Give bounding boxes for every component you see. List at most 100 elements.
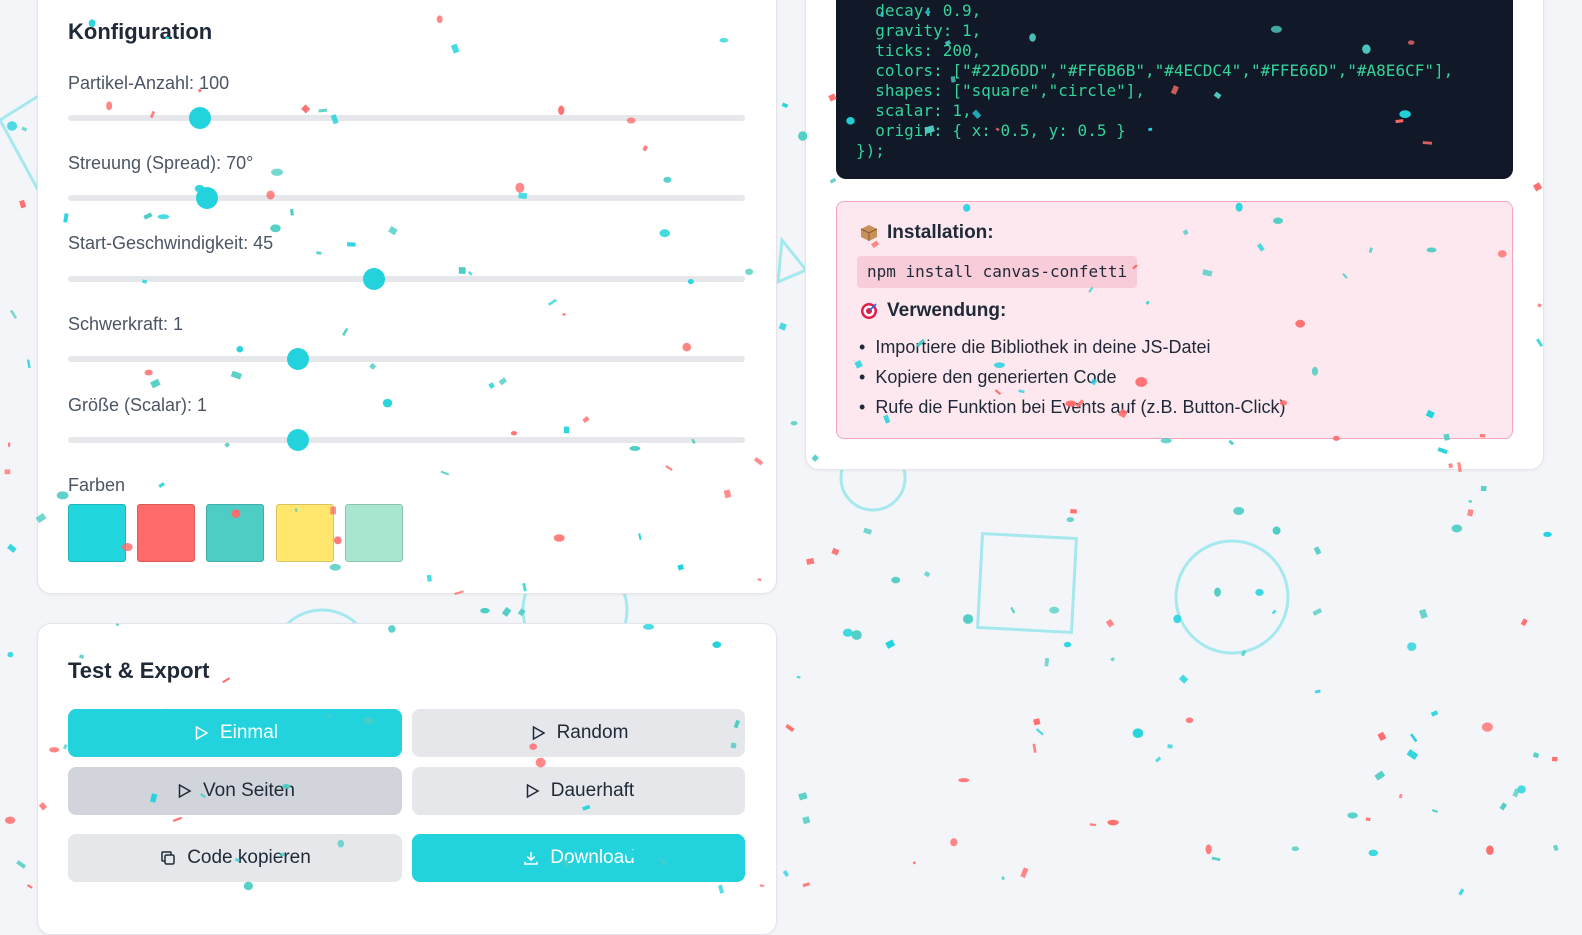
color-swatch-5[interactable] bbox=[345, 504, 403, 562]
fire-once-button[interactable]: Einmal bbox=[68, 709, 402, 757]
colors-label: Farben bbox=[68, 475, 126, 495]
color-swatch-1[interactable] bbox=[68, 504, 126, 562]
confetti-piece bbox=[1552, 844, 1559, 852]
confetti-piece bbox=[1010, 606, 1016, 614]
confetti-piece bbox=[1314, 689, 1321, 694]
confetti-piece bbox=[1132, 728, 1144, 738]
continuous-label: Dauerhaft bbox=[550, 780, 635, 801]
confetti-piece bbox=[802, 882, 811, 888]
color-swatch-4[interactable] bbox=[276, 504, 334, 562]
code-line: ticks: 200, bbox=[856, 41, 982, 60]
confetti-piece bbox=[802, 816, 811, 825]
spread-label: Streuung (Spread): 70° bbox=[68, 153, 254, 173]
install-command[interactable]: npm install canvas-confetti bbox=[857, 256, 1138, 288]
confetti-piece bbox=[1291, 846, 1300, 852]
confetti-piece bbox=[26, 884, 33, 889]
confetti-piece bbox=[1255, 588, 1264, 596]
gravity-label: Schwerkraft: 1 bbox=[68, 314, 184, 334]
confetti-piece bbox=[778, 322, 787, 331]
gravity-thumb[interactable] bbox=[287, 348, 310, 370]
confetti-piece bbox=[962, 614, 974, 624]
confetti-piece bbox=[16, 860, 27, 869]
continuous-button[interactable]: Dauerhaft bbox=[412, 767, 745, 815]
scalar-label: Größe (Scalar): 1 bbox=[68, 395, 208, 415]
confetti-piece bbox=[1049, 606, 1060, 614]
usage-step: Importiere die Bibliothek in deine JS-Da… bbox=[859, 337, 1210, 358]
download-button[interactable]: Download bbox=[412, 834, 745, 882]
confetti-piece bbox=[1271, 609, 1277, 615]
copy-code-label: Code kopieren bbox=[187, 847, 311, 868]
code-line: colors: ["#22D6DD","#FF6B6B","#4ECDC4","… bbox=[856, 61, 1454, 80]
confetti-piece bbox=[923, 571, 931, 578]
confetti-piece bbox=[480, 607, 490, 614]
scalar-slider[interactable] bbox=[68, 429, 745, 451]
confetti-piece bbox=[782, 869, 790, 878]
particle-count-slider[interactable] bbox=[68, 107, 745, 129]
confetti-piece bbox=[1033, 718, 1041, 726]
confetti-piece bbox=[517, 608, 526, 617]
confetti-piece bbox=[912, 861, 917, 865]
confetti-piece bbox=[1431, 809, 1439, 813]
confetti-piece bbox=[1205, 844, 1212, 855]
code-block[interactable]: decay: 0.9, gravity: 1, ticks: 200, colo… bbox=[836, 0, 1513, 179]
confetti-piece bbox=[863, 527, 873, 535]
confetti-piece bbox=[1374, 770, 1386, 781]
copy-code-button[interactable]: Code kopieren bbox=[68, 834, 402, 882]
color-swatch-2[interactable] bbox=[137, 504, 195, 562]
confetti-piece bbox=[1458, 888, 1465, 896]
confetti-piece bbox=[1105, 618, 1115, 628]
confetti-piece bbox=[1368, 849, 1379, 857]
test-export-title: Test & Export bbox=[68, 658, 210, 683]
confetti-piece bbox=[26, 359, 31, 369]
confetti-piece bbox=[7, 543, 17, 553]
confetti-piece bbox=[1089, 823, 1096, 827]
confetti-piece bbox=[806, 557, 815, 565]
confetti-piece bbox=[1185, 717, 1194, 724]
play-icon bbox=[532, 725, 546, 741]
confetti-piece bbox=[1398, 793, 1403, 799]
confetti-piece bbox=[9, 309, 18, 319]
confetti-piece bbox=[1467, 508, 1474, 517]
start-velocity-slider[interactable] bbox=[68, 268, 745, 290]
confetti-piece bbox=[21, 126, 28, 132]
confetti-piece bbox=[1312, 608, 1323, 616]
confetti-piece bbox=[1178, 674, 1189, 684]
usage-heading: Verwendung: bbox=[859, 300, 1006, 322]
confetti-piece bbox=[1211, 856, 1221, 862]
confetti-piece bbox=[1347, 812, 1358, 819]
start-velocity-thumb[interactable] bbox=[363, 268, 385, 290]
confetti-piece bbox=[891, 576, 901, 584]
play-icon bbox=[178, 783, 192, 799]
installation-heading: Installation: bbox=[859, 222, 994, 244]
confetti-piece bbox=[1543, 531, 1552, 537]
confetti-piece bbox=[1512, 788, 1520, 798]
play-icon bbox=[526, 783, 540, 799]
spread-slider[interactable] bbox=[68, 187, 745, 209]
confetti-piece bbox=[1035, 728, 1044, 736]
gravity-slider[interactable] bbox=[68, 348, 745, 370]
confetti-piece bbox=[1313, 546, 1322, 556]
from-sides-button[interactable]: Von Seiten bbox=[68, 767, 402, 815]
start-velocity-label: Start-Geschwindigkeit: 45 bbox=[68, 233, 274, 253]
confetti-piece bbox=[1481, 722, 1493, 732]
confetti-piece bbox=[1063, 641, 1072, 648]
confetti-piece bbox=[1410, 733, 1418, 743]
spread-thumb[interactable] bbox=[195, 187, 218, 209]
particle-count-thumb[interactable] bbox=[189, 107, 211, 129]
confetti-piece bbox=[1173, 614, 1182, 624]
confetti-piece bbox=[1233, 506, 1245, 515]
installation-title: Installation: bbox=[887, 222, 994, 243]
confetti-piece bbox=[1520, 618, 1528, 627]
random-label: Random bbox=[556, 722, 629, 743]
confetti-piece bbox=[785, 723, 795, 733]
random-button[interactable]: Random bbox=[412, 709, 745, 757]
confetti-piece bbox=[1032, 743, 1037, 753]
confetti-piece bbox=[1070, 508, 1077, 514]
color-swatch-3[interactable] bbox=[206, 504, 264, 562]
scalar-thumb[interactable] bbox=[287, 429, 310, 451]
confetti-piece bbox=[796, 675, 801, 679]
confetti-piece bbox=[1107, 819, 1119, 826]
confetti-piece bbox=[842, 628, 853, 637]
usage-step: Kopiere den generierten Code bbox=[859, 367, 1116, 388]
confetti-piece bbox=[1406, 749, 1419, 760]
